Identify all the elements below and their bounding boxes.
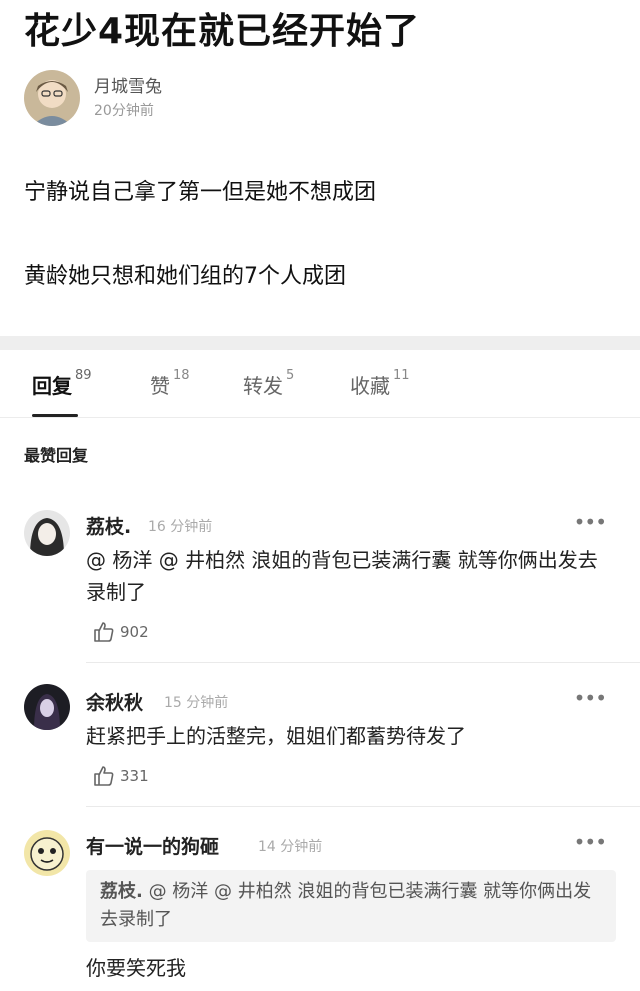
comment-text: 赶紧把手上的活整完，姐姐们都蓄势待发了	[86, 724, 466, 748]
active-tab-indicator	[32, 414, 78, 417]
comment-time: 14 分钟前	[258, 839, 323, 855]
tab-reposts[interactable]: 转发 5	[243, 368, 295, 399]
comment-divider	[86, 806, 640, 807]
tab-likes[interactable]: 赞 18	[150, 368, 190, 399]
section-divider	[0, 336, 640, 350]
post-paragraph: 宁静说自己拿了第一但是她不想成团	[24, 180, 377, 205]
more-options-button[interactable]: •••	[574, 510, 607, 534]
author-name[interactable]: 月城雪兔	[94, 74, 162, 100]
thumbs-up-icon	[94, 622, 114, 642]
comment-time: 15 分钟前	[164, 695, 229, 711]
like-button[interactable]: 331	[92, 764, 149, 788]
post-time: 20分钟前	[94, 103, 154, 119]
comment-text: @ 杨洋 @ 井柏然 浪姐的背包已装满行囊 就等你俩出发去录制了	[86, 548, 598, 604]
like-count: 331	[120, 767, 149, 785]
commenter-name[interactable]: 有一说一的狗砸	[86, 832, 219, 859]
commenter-avatar[interactable]	[24, 684, 70, 730]
tab-favorites[interactable]: 收藏 11	[350, 368, 410, 399]
thumbs-up-icon	[94, 766, 114, 786]
quoted-comment[interactable]: 荔枝. @ 杨洋 @ 井柏然 浪姐的背包已装满行囊 就等你俩出发去录制了	[86, 870, 616, 942]
tab-count: 5	[286, 368, 295, 383]
quoted-text: @ 杨洋 @ 井柏然 浪姐的背包已装满行囊 就等你俩出发去录制了	[100, 881, 592, 930]
author-avatar[interactable]	[24, 70, 80, 126]
section-title: 最赞回复	[24, 446, 89, 465]
commenter-name[interactable]: 荔枝.	[86, 512, 131, 539]
post-author[interactable]: 月城雪兔 20分钟前	[24, 70, 162, 126]
comment-text: 你要笑死我	[86, 956, 186, 980]
like-button[interactable]: 902	[92, 620, 149, 644]
more-options-button[interactable]: •••	[574, 830, 607, 854]
tab-replies[interactable]: 回复 89	[32, 368, 92, 399]
commenter-avatar[interactable]	[24, 510, 70, 556]
more-options-button[interactable]: •••	[574, 686, 607, 710]
quoted-author: 荔枝.	[100, 881, 143, 902]
comment-divider	[86, 662, 640, 663]
post-paragraph: 黄龄她只想和她们组的7个人成团	[24, 264, 346, 289]
tab-count: 11	[393, 368, 410, 383]
like-count: 902	[120, 623, 149, 641]
commenter-name[interactable]: 余秋秋	[86, 688, 143, 715]
tab-count: 89	[75, 368, 92, 383]
commenter-avatar[interactable]	[24, 830, 70, 876]
comment-time: 16 分钟前	[148, 519, 213, 535]
interaction-tabs: 回复 89 赞 18 转发 5 收藏 11	[0, 350, 640, 418]
tab-count: 18	[173, 368, 190, 383]
post-title: 花少4现在就已经开始了	[24, 11, 421, 52]
